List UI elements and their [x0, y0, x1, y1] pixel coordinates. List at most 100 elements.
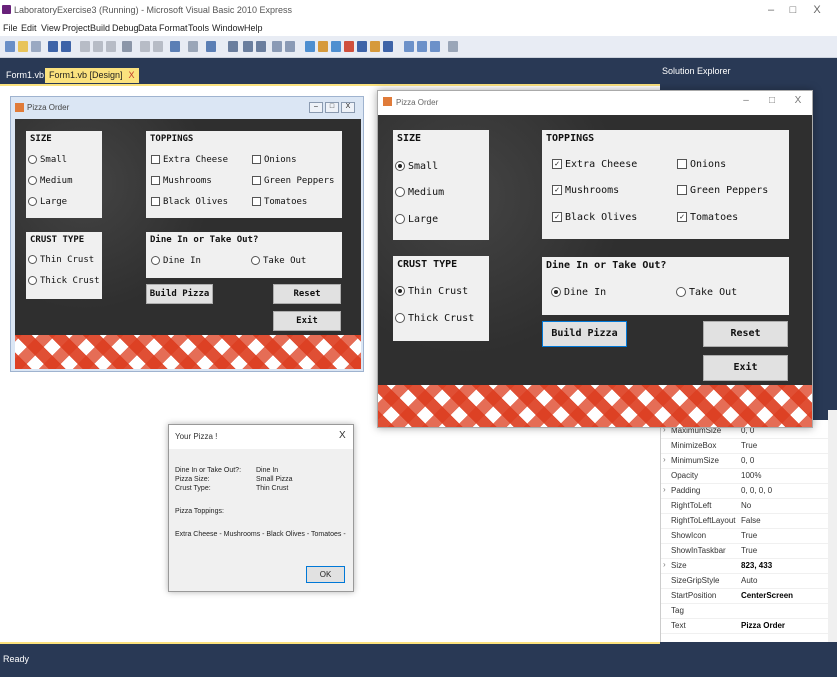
- find-icon[interactable]: [122, 41, 132, 52]
- menu-view[interactable]: View: [41, 23, 60, 33]
- menu-tools[interactable]: Tools: [188, 23, 209, 33]
- your-pizza-dialog[interactable]: Your Pizza ! X Dine In or Take Out?: Din…: [168, 424, 354, 592]
- properties-icon[interactable]: [318, 41, 328, 52]
- prop-row[interactable]: › Padding 0, 0, 0, 0: [661, 484, 829, 499]
- menu-window[interactable]: Window: [212, 23, 244, 33]
- run-exit-button[interactable]: Exit: [703, 355, 788, 381]
- step-into-icon[interactable]: [272, 41, 282, 52]
- design-crust-thin[interactable]: Thin Crust: [28, 255, 94, 265]
- design-crust-thick[interactable]: Thick Crust: [28, 276, 100, 286]
- run-size-medium[interactable]: Medium: [395, 187, 444, 198]
- menu-format[interactable]: Format: [159, 23, 188, 33]
- prop-row[interactable]: MinimizeBox True: [661, 439, 829, 454]
- copy-icon[interactable]: [93, 41, 103, 52]
- design-top-black-olives[interactable]: Black Olives: [151, 197, 228, 207]
- close-button[interactable]: X: [808, 2, 826, 18]
- run-min-button[interactable]: –: [738, 95, 754, 109]
- dialog-close-button[interactable]: X: [339, 430, 346, 441]
- prop-row[interactable]: ShowIcon True: [661, 529, 829, 544]
- prop-row[interactable]: Tag: [661, 604, 829, 619]
- run-top-green-peppers[interactable]: Green Peppers: [677, 185, 768, 196]
- design-top-extra-cheese[interactable]: Extra Cheese: [151, 155, 228, 165]
- design-take-out[interactable]: Take Out: [251, 256, 306, 266]
- save-icon[interactable]: [48, 41, 58, 52]
- run-top-extra-cheese[interactable]: ✓ Extra Cheese: [552, 159, 637, 170]
- tab-form1-design[interactable]: Form1.vb [Design] X: [45, 68, 139, 83]
- run-max-button[interactable]: □: [764, 95, 780, 109]
- solution-explorer-icon[interactable]: [305, 41, 315, 52]
- save-all-icon[interactable]: [61, 41, 71, 52]
- design-top-tomatoes[interactable]: Tomatoes: [252, 197, 307, 207]
- run-size-small[interactable]: Small: [395, 161, 438, 172]
- size-icon[interactable]: [417, 41, 427, 52]
- run-top-tomatoes[interactable]: ✓ Tomatoes: [677, 212, 738, 223]
- menu-edit[interactable]: Edit: [21, 23, 37, 33]
- options-icon[interactable]: [448, 41, 458, 52]
- design-build-button[interactable]: Build Pizza: [146, 284, 213, 304]
- uncomment-icon[interactable]: [153, 41, 163, 52]
- menu-debug[interactable]: Debug: [112, 23, 139, 33]
- design-top-mushrooms[interactable]: Mushrooms: [151, 176, 212, 186]
- run-dine-in[interactable]: Dine In: [551, 287, 606, 298]
- run-take-out[interactable]: Take Out: [676, 287, 737, 298]
- maximize-button[interactable]: □: [784, 2, 802, 18]
- run-size-large[interactable]: Large: [395, 214, 438, 225]
- tab-close-icon[interactable]: X: [129, 70, 135, 80]
- prop-row[interactable]: Text Pizza Order: [661, 619, 829, 634]
- design-dine-in[interactable]: Dine In: [151, 256, 201, 266]
- expand-icon[interactable]: ›: [663, 485, 666, 494]
- expand-icon[interactable]: ›: [663, 560, 666, 569]
- menu-build[interactable]: Build: [90, 23, 110, 33]
- prop-row[interactable]: RightToLeftLayout False: [661, 514, 829, 529]
- prop-row[interactable]: › MinimumSize 0, 0: [661, 454, 829, 469]
- step-over-icon[interactable]: [285, 41, 295, 52]
- pause-icon[interactable]: [243, 41, 253, 52]
- comment-icon[interactable]: [140, 41, 150, 52]
- layout-icon[interactable]: [430, 41, 440, 52]
- navigate-icon[interactable]: [206, 41, 216, 52]
- design-size-small[interactable]: Small: [28, 155, 67, 165]
- object-browser-icon[interactable]: [331, 41, 341, 52]
- expand-icon[interactable]: ›: [663, 455, 666, 464]
- add-item-icon[interactable]: [31, 41, 41, 52]
- prop-row[interactable]: › Size 823, 433: [661, 559, 829, 574]
- prop-row[interactable]: Opacity 100%: [661, 469, 829, 484]
- menu-file[interactable]: File: [3, 23, 18, 33]
- prop-row[interactable]: RightToLeft No: [661, 499, 829, 514]
- design-form-window[interactable]: Pizza Order – □ X SIZE Small Medium Larg…: [10, 96, 364, 372]
- menu-help[interactable]: Help: [244, 23, 263, 33]
- paste-icon[interactable]: [106, 41, 116, 52]
- run-close-button[interactable]: X: [790, 95, 806, 109]
- minimize-button[interactable]: –: [762, 2, 780, 18]
- toolbox-icon[interactable]: [344, 41, 354, 52]
- design-size-large[interactable]: Large: [28, 197, 67, 207]
- dialog-ok-button[interactable]: OK: [306, 566, 345, 583]
- cut-icon[interactable]: [80, 41, 90, 52]
- menu-data[interactable]: Data: [138, 23, 157, 33]
- run-reset-button[interactable]: Reset: [703, 321, 788, 347]
- undo-icon[interactable]: [170, 41, 180, 52]
- open-icon[interactable]: [18, 41, 28, 52]
- data-sources-icon[interactable]: [357, 41, 367, 52]
- error-list-icon[interactable]: [370, 41, 380, 52]
- design-exit-button[interactable]: Exit: [273, 311, 341, 331]
- align-icon[interactable]: [404, 41, 414, 52]
- design-top-green-peppers[interactable]: Green Peppers: [252, 176, 334, 186]
- run-form-window[interactable]: Pizza Order – □ X SIZE Small Medium Larg…: [377, 90, 813, 428]
- menu-project[interactable]: Project: [62, 23, 90, 33]
- run-top-black-olives[interactable]: ✓ Black Olives: [552, 212, 637, 223]
- redo-icon[interactable]: [188, 41, 198, 52]
- properties-scrollbar[interactable]: [828, 410, 837, 642]
- design-top-onions[interactable]: Onions: [252, 155, 297, 165]
- run-crust-thick[interactable]: Thick Crust: [395, 313, 474, 324]
- prop-row[interactable]: SizeGripStyle Auto: [661, 574, 829, 589]
- prop-row[interactable]: StartPosition CenterScreen: [661, 589, 829, 604]
- run-top-mushrooms[interactable]: ✓ Mushrooms: [552, 185, 619, 196]
- prop-row[interactable]: ShowInTaskbar True: [661, 544, 829, 559]
- new-project-icon[interactable]: [5, 41, 15, 52]
- output-icon[interactable]: [383, 41, 393, 52]
- run-crust-thin[interactable]: Thin Crust: [395, 286, 468, 297]
- start-debug-icon[interactable]: [228, 41, 238, 52]
- design-size-medium[interactable]: Medium: [28, 176, 73, 186]
- run-build-button[interactable]: Build Pizza: [542, 321, 627, 347]
